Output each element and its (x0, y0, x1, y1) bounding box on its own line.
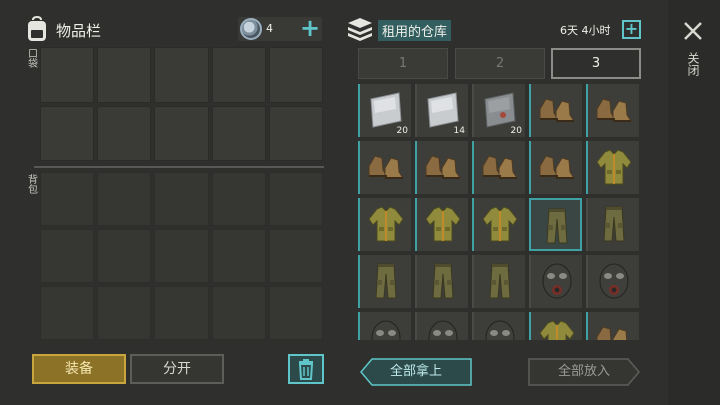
tab-2[interactable]: 2 (455, 48, 545, 79)
extend-rent-button[interactable]: + (622, 20, 641, 39)
take-all-button[interactable]: 全部拿上 (360, 358, 472, 386)
storage-slot-gas-mask[interactable] (415, 312, 468, 340)
storage-slot-boots[interactable] (415, 141, 468, 194)
storage-slot-dark-metal-sheet[interactable]: 20 (472, 84, 525, 137)
storage-slot-jacket[interactable] (586, 141, 639, 194)
storage-slot-jacket[interactable] (415, 198, 468, 251)
pocket-label: 口袋 (24, 48, 38, 71)
backpack-slot[interactable] (211, 229, 266, 283)
backpack-slot[interactable] (154, 172, 209, 226)
backpack-grid (40, 172, 323, 340)
trash-button[interactable] (288, 354, 324, 384)
trash-icon (298, 359, 314, 380)
item-quantity: 20 (396, 126, 408, 136)
close-label[interactable]: 关闭 (686, 52, 700, 79)
backpack-slot[interactable] (268, 286, 323, 340)
pocket-slot[interactable] (97, 47, 152, 103)
pocket-slot[interactable] (211, 105, 266, 161)
storage-slot-boots[interactable] (472, 141, 525, 194)
pocket-slot[interactable] (268, 105, 323, 161)
backpack-slot[interactable] (211, 172, 266, 226)
backpack-slot[interactable] (97, 172, 152, 226)
storage-slot-pants[interactable] (415, 255, 468, 308)
storage-slot-gas-mask[interactable] (586, 255, 639, 308)
close-label-text: 关闭 (686, 52, 700, 76)
storage-slot-pants[interactable] (529, 198, 582, 251)
pocket-slot[interactable] (154, 105, 209, 161)
backpack-slot[interactable] (268, 229, 323, 283)
storage-chest-icon (348, 18, 372, 41)
inventory-title: 物品栏 (56, 22, 102, 40)
storage-slot-metal-sheet[interactable]: 20 (358, 84, 411, 137)
coin-count: 4 (266, 22, 273, 35)
tab-1[interactable]: 1 (358, 48, 448, 79)
backpack-slot[interactable] (40, 286, 95, 340)
pocket-slot[interactable] (40, 105, 95, 161)
put-all-label: 全部放入 (557, 364, 610, 379)
take-all-label: 全部拿上 (389, 364, 442, 379)
pocket-grid (40, 47, 323, 161)
backpack-label: 背包 (24, 174, 38, 197)
storage-slot-jacket[interactable] (472, 198, 525, 251)
storage-slot-boots[interactable] (586, 312, 639, 340)
storage-title: 租用的仓库 (378, 20, 452, 41)
backpack-slot[interactable] (211, 286, 266, 340)
pocket-label-text: 口袋 (25, 48, 37, 68)
pocket-slot[interactable] (40, 47, 95, 103)
storage-slot-pants[interactable] (472, 255, 525, 308)
storage-slot-boots[interactable] (529, 84, 582, 137)
pocket-slot[interactable] (268, 47, 323, 103)
backpack-slot[interactable] (154, 286, 209, 340)
coin-icon (240, 18, 262, 40)
close-icon[interactable] (682, 20, 704, 42)
storage-slot-jacket[interactable] (358, 198, 411, 251)
backpack-slot[interactable] (97, 286, 152, 340)
storage-slot-pants[interactable] (358, 255, 411, 308)
tab-3[interactable]: 3 (551, 48, 641, 79)
storage-grid: 20 14 20 (358, 84, 642, 340)
storage-slot-boots[interactable] (358, 141, 411, 194)
pocket-slot[interactable] (211, 47, 266, 103)
storage-slot-metal-sheet[interactable]: 14 (415, 84, 468, 137)
storage-slot-gas-mask[interactable] (472, 312, 525, 340)
add-coins-button[interactable]: + (300, 16, 320, 40)
backpack-icon (28, 16, 46, 41)
storage-slot-gas-mask[interactable] (358, 312, 411, 340)
item-quantity: 14 (453, 126, 465, 136)
backpack-slot[interactable] (40, 229, 95, 283)
storage-slot-pants[interactable] (586, 198, 639, 251)
rent-timer: 6天 4小时 (560, 24, 611, 37)
backpack-label-text: 背包 (25, 174, 37, 194)
backpack-slot[interactable] (268, 172, 323, 226)
backpack-slot[interactable] (40, 172, 95, 226)
equip-button[interactable]: 装备 (32, 354, 126, 384)
storage-slot-gas-mask[interactable] (529, 255, 582, 308)
backpack-slot[interactable] (154, 229, 209, 283)
storage-slot-boots[interactable] (586, 84, 639, 137)
backpack-slot[interactable] (97, 229, 152, 283)
section-divider (34, 166, 324, 168)
pocket-slot[interactable] (154, 47, 209, 103)
split-button[interactable]: 分开 (130, 354, 224, 384)
put-all-button[interactable]: 全部放入 (528, 358, 640, 386)
pocket-slot[interactable] (97, 105, 152, 161)
item-quantity: 20 (510, 126, 522, 136)
storage-slot-jacket[interactable] (529, 312, 582, 340)
storage-slot-boots[interactable] (529, 141, 582, 194)
